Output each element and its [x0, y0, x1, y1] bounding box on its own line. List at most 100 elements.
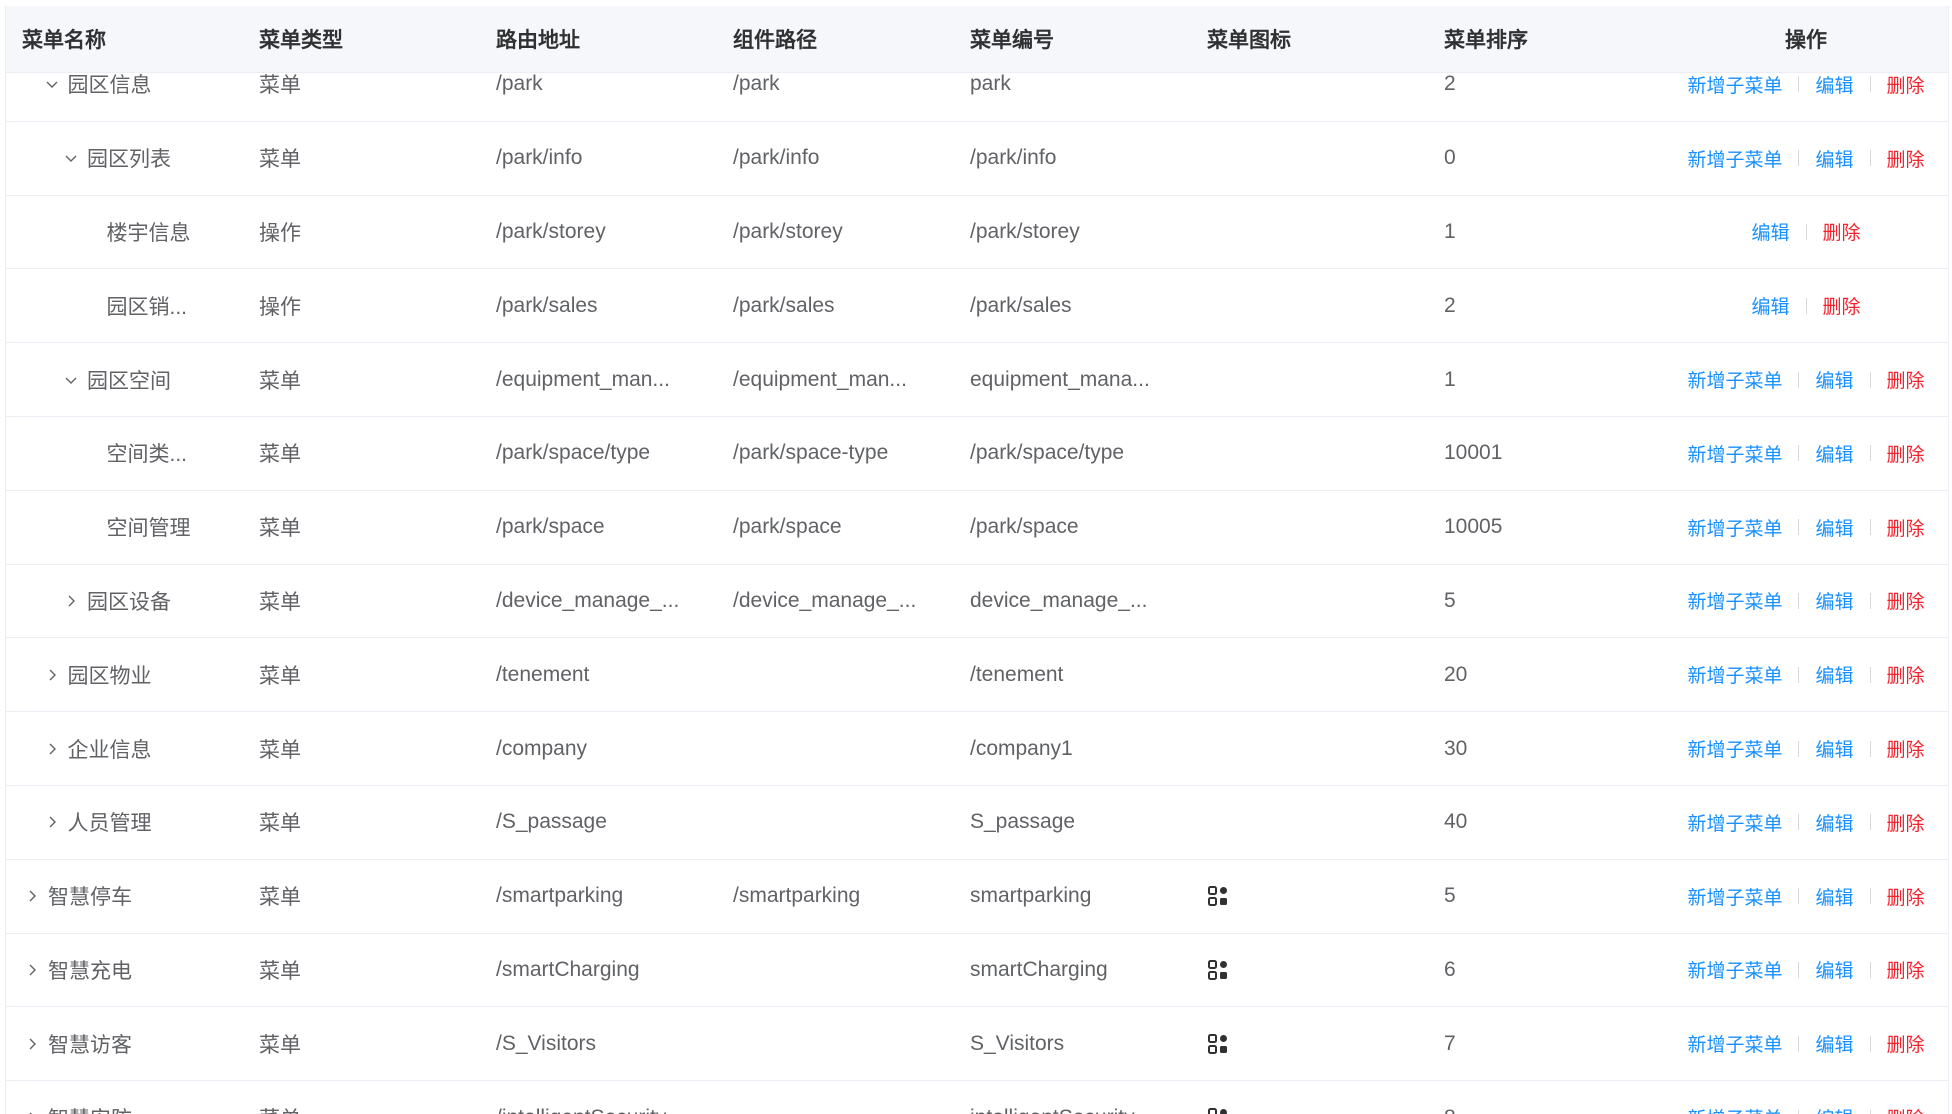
edit-button[interactable]: 编辑 [1815, 1104, 1853, 1114]
cell-name: 园区空间 [6, 343, 243, 416]
header-component: 组件路径 [733, 29, 817, 52]
delete-button[interactable]: 删除 [1887, 440, 1925, 467]
edit-button[interactable]: 编辑 [1815, 440, 1853, 467]
edit-button[interactable]: 编辑 [1815, 587, 1853, 614]
cell-code: /park/sales [970, 293, 1072, 317]
delete-button[interactable]: 删除 [1887, 366, 1925, 393]
header-icon: 菜单图标 [1207, 29, 1291, 52]
menu-name: 园区销... [106, 295, 188, 319]
cell-type: 菜单 [259, 369, 301, 393]
chevron-down-icon[interactable] [42, 74, 62, 94]
delete-button[interactable]: 删除 [1887, 809, 1925, 836]
cell-actions: 新增子菜单 编辑 删除 [1664, 565, 1948, 638]
cell-code: S_passage [970, 810, 1076, 834]
add-child-button[interactable]: 新增子菜单 [1687, 735, 1782, 762]
cell-actions: 新增子菜单 编辑 删除 [1664, 343, 1948, 416]
divider [1805, 297, 1807, 314]
edit-button[interactable]: 编辑 [1815, 145, 1853, 172]
cell-icon [1191, 122, 1428, 195]
table-row: 智慧充电 菜单/smartCharging smartCharging 6 新增子菜单 编… [6, 934, 1948, 1008]
header-sort: 菜单排序 [1444, 29, 1528, 52]
add-child-button[interactable]: 新增子菜单 [1687, 809, 1782, 836]
delete-button[interactable]: 删除 [1887, 71, 1925, 98]
edit-button[interactable]: 编辑 [1751, 218, 1789, 245]
divider [1798, 371, 1800, 388]
add-child-button[interactable]: 新增子菜单 [1687, 587, 1782, 614]
chevron-down-icon[interactable] [61, 148, 81, 168]
add-child-button[interactable]: 新增子菜单 [1687, 956, 1782, 983]
edit-button[interactable]: 编辑 [1815, 71, 1853, 98]
cell-code: equipment_mana... [970, 367, 1150, 391]
cell-component: /smartparking [733, 884, 861, 908]
divider [1798, 150, 1800, 167]
delete-button[interactable]: 删除 [1887, 145, 1925, 172]
table-row: 园区销... 操作/park/sales/park/sales/park/sale… [6, 269, 1948, 344]
delete-button[interactable]: 删除 [1887, 1030, 1925, 1057]
cell-component: /equipment_man... [733, 367, 907, 391]
cell-name: 智慧充电 [6, 934, 243, 1007]
chevron-right-icon[interactable] [22, 886, 42, 906]
chevron-right-icon[interactable] [61, 591, 81, 611]
delete-button[interactable]: 删除 [1887, 661, 1925, 688]
edit-button[interactable]: 编辑 [1815, 735, 1853, 762]
add-child-button[interactable]: 新增子菜单 [1687, 661, 1782, 688]
cell-component: /device_manage_... [733, 588, 917, 612]
divider [1869, 961, 1871, 978]
delete-button[interactable]: 删除 [1887, 735, 1925, 762]
edit-button[interactable]: 编辑 [1815, 956, 1853, 983]
cell-type: 菜单 [259, 664, 301, 688]
cell-icon [1191, 417, 1428, 490]
delete-button[interactable]: 删除 [1887, 514, 1925, 541]
cell-actions: 新增子菜单 编辑 删除 [1664, 712, 1948, 785]
edit-button[interactable]: 编辑 [1815, 366, 1853, 393]
add-child-button[interactable]: 新增子菜单 [1687, 145, 1782, 172]
edit-button[interactable]: 编辑 [1815, 1030, 1853, 1057]
cell-name: 园区销... [6, 269, 243, 342]
cell-name: 智慧停车 [6, 860, 243, 933]
delete-button[interactable]: 删除 [1887, 1104, 1925, 1114]
delete-button[interactable]: 删除 [1887, 883, 1925, 910]
chevron-right-icon[interactable] [42, 739, 62, 759]
table-row: 园区设备 菜单/device_manage_... /device_manage_.… [6, 565, 1948, 639]
cell-name: 楼宇信息 [6, 196, 243, 269]
delete-button[interactable]: 删除 [1823, 218, 1861, 245]
add-child-button[interactable]: 新增子菜单 [1687, 1030, 1782, 1057]
add-child-button[interactable]: 新增子菜单 [1687, 366, 1782, 393]
delete-button[interactable]: 删除 [1823, 292, 1861, 319]
edit-button[interactable]: 编辑 [1815, 883, 1853, 910]
cell-component [717, 1007, 954, 1080]
cell-type: 操作 [259, 295, 301, 319]
delete-button[interactable]: 删除 [1887, 956, 1925, 983]
cell-type: 菜单 [259, 1033, 301, 1057]
cell-icon [1191, 860, 1428, 933]
table-row: 园区物业 菜单/tenement/tenement 20 新增子菜单 编辑 删除 [6, 638, 1948, 713]
cell-code: /company1 [970, 736, 1073, 760]
table-row: 企业信息 菜单/company/company1 30 新增子菜单 编辑 删除 [6, 712, 1948, 786]
divider [1869, 76, 1871, 93]
chevron-down-icon[interactable] [61, 370, 81, 390]
cell-name: 园区列表 [6, 122, 243, 195]
chevron-right-icon[interactable] [42, 665, 62, 685]
edit-button[interactable]: 编辑 [1815, 809, 1853, 836]
add-child-button[interactable]: 新增子菜单 [1687, 1104, 1782, 1114]
chevron-right-icon[interactable] [22, 1034, 42, 1054]
add-child-button[interactable]: 新增子菜单 [1687, 883, 1782, 910]
delete-button[interactable]: 删除 [1887, 587, 1925, 614]
divider [1798, 814, 1800, 831]
divider [1798, 740, 1800, 757]
chevron-right-icon[interactable] [22, 1108, 42, 1114]
chevron-right-icon[interactable] [42, 812, 62, 832]
add-child-button[interactable]: 新增子菜单 [1687, 514, 1782, 541]
app-grid-icon [1207, 885, 1229, 907]
cell-component: /park/sales [733, 293, 835, 317]
chevron-right-icon[interactable] [22, 960, 42, 980]
edit-button[interactable]: 编辑 [1815, 661, 1853, 688]
edit-button[interactable]: 编辑 [1815, 514, 1853, 541]
cell-icon [1191, 638, 1428, 711]
cell-component: /park/storey [733, 219, 843, 243]
edit-button[interactable]: 编辑 [1751, 292, 1789, 319]
divider [1798, 1035, 1800, 1052]
cell-type: 操作 [259, 221, 301, 245]
add-child-button[interactable]: 新增子菜单 [1687, 440, 1782, 467]
add-child-button[interactable]: 新增子菜单 [1687, 71, 1782, 98]
